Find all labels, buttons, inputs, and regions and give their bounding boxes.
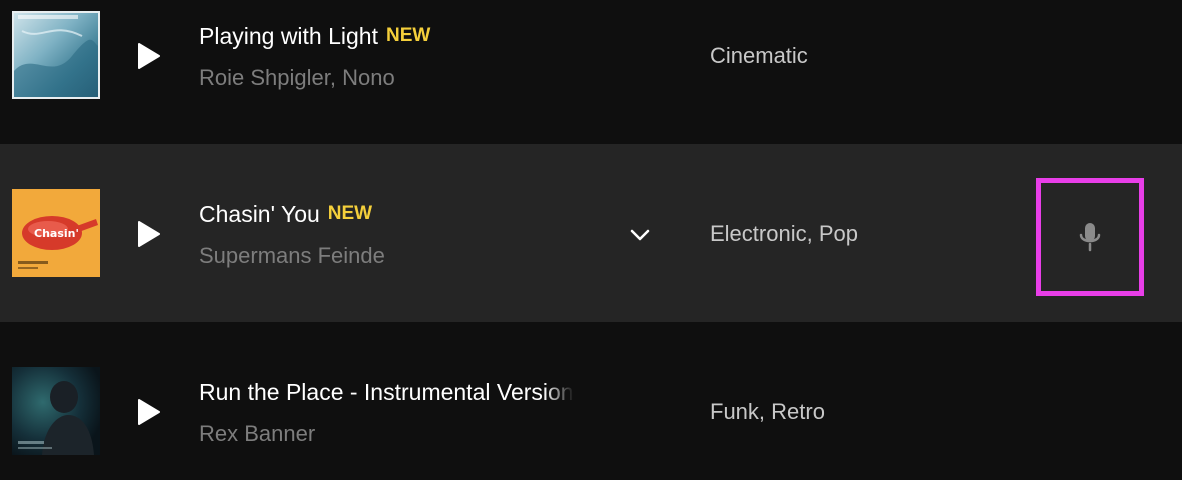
microphone-icon	[1079, 223, 1101, 252]
track-genres[interactable]: Electronic, Pop	[710, 219, 858, 249]
svg-text:Chasin': Chasin'	[34, 227, 79, 240]
track-title-container: Chasin' You NEW	[199, 199, 574, 229]
track-title-container: Playing with Light NEW	[199, 21, 574, 51]
album-cover[interactable]	[12, 367, 100, 455]
track-title-container: Run the Place - Instrumental Version	[199, 377, 574, 407]
track-genres[interactable]: Funk, Retro	[710, 397, 825, 427]
track-title[interactable]: Run the Place - Instrumental Version	[199, 379, 574, 405]
track-title[interactable]: Playing with Light	[199, 23, 378, 49]
title-fade	[544, 377, 574, 407]
track-row[interactable]: Playing with Light NEW Roie Shpigler, Non…	[0, 0, 1182, 144]
track-list: Playing with Light NEW Roie Shpigler, Non…	[0, 0, 1182, 480]
track-title[interactable]: Chasin' You	[199, 201, 320, 227]
track-artist[interactable]: Supermans Feinde	[199, 241, 385, 271]
play-icon[interactable]	[137, 43, 161, 69]
new-badge: NEW	[386, 25, 431, 46]
vocals-button[interactable]	[1036, 178, 1144, 296]
track-artist[interactable]: Roie Shpigler, Nono	[199, 63, 395, 93]
track-row[interactable]: Run the Place - Instrumental Version Rex…	[0, 322, 1182, 480]
play-icon[interactable]	[137, 399, 161, 425]
track-artist[interactable]: Rex Banner	[199, 419, 315, 449]
track-genres[interactable]: Cinematic	[710, 41, 808, 71]
new-badge: NEW	[327, 203, 373, 224]
track-row[interactable]: Chasin' Chasin' You NEW Supermans Feinde …	[0, 144, 1182, 322]
play-icon[interactable]	[137, 221, 161, 247]
album-cover[interactable]	[12, 11, 100, 99]
album-cover[interactable]: Chasin'	[12, 189, 100, 277]
chevron-down-icon[interactable]	[628, 225, 652, 245]
